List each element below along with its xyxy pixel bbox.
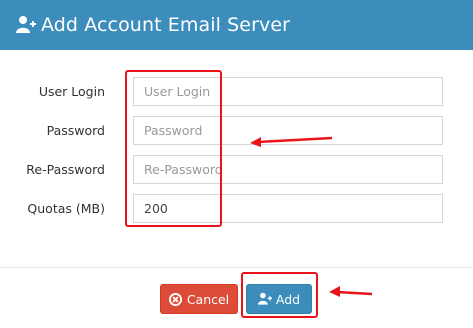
dialog-header: Add Account Email Server [0, 0, 473, 50]
dialog-title: Add Account Email Server [41, 14, 291, 36]
form-row-password: Password [0, 116, 473, 146]
dialog-body: User Login Password Re-Password Quotas (… [0, 50, 473, 267]
quotas-input[interactable] [133, 194, 443, 223]
user-plus-icon [16, 15, 36, 35]
cancel-button[interactable]: Cancel [160, 284, 238, 314]
cancel-button-label: Cancel [186, 291, 230, 307]
times-circle-icon [169, 292, 183, 306]
password-input[interactable] [133, 116, 443, 145]
form-row-user-login: User Login [0, 77, 473, 107]
password-label: Password [46, 123, 105, 138]
add-button-label: Add [275, 291, 301, 307]
form-row-quotas: Quotas (MB) [0, 194, 473, 224]
form-row-re-password: Re-Password [0, 155, 473, 185]
user-login-input[interactable] [133, 77, 443, 106]
re-password-input[interactable] [133, 155, 443, 184]
add-account-dialog: Add Account Email Server User Login Pass… [0, 0, 473, 328]
re-password-label: Re-Password [26, 162, 105, 177]
add-button[interactable]: Add [246, 284, 312, 314]
user-plus-icon [257, 292, 272, 306]
quotas-label: Quotas (MB) [27, 201, 105, 216]
dialog-footer: Cancel Add [0, 268, 473, 328]
user-login-label: User Login [38, 84, 105, 99]
